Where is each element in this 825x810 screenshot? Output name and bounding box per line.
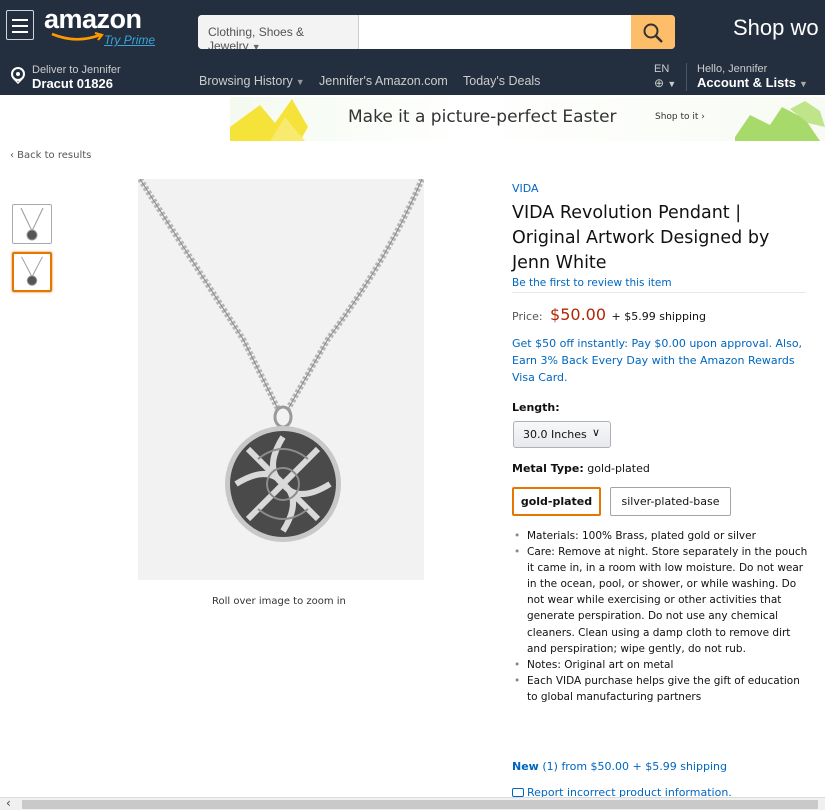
caret-down-icon: ▼ <box>251 42 261 49</box>
nav-browsing-history-label: Browsing History <box>199 74 293 88</box>
pendant-thumbnail-image <box>20 207 44 241</box>
deliver-to-location[interactable]: Deliver to Jennifer Dracut 01826 <box>10 64 160 91</box>
nav-promo-text[interactable]: Shop wo <box>733 15 819 41</box>
banner-headline: Make it a picture-perfect Easter <box>348 107 617 127</box>
caret-down-icon: ▼ <box>295 77 305 87</box>
metal-option-silver-plated-base[interactable]: silver-plated-base <box>610 487 731 516</box>
feature-bullet: Materials: 100% Brass, plated gold or si… <box>513 528 813 544</box>
zoom-hint: Roll over image to zoom in <box>212 596 346 607</box>
horizontal-scrollbar[interactable]: ‹ <box>0 796 825 810</box>
shipping-cost: + $5.99 shipping <box>611 310 706 323</box>
search-icon <box>643 23 663 43</box>
metal-option-gold-plated[interactable]: gold-plated <box>512 487 601 516</box>
logo-wordmark: amazon <box>44 4 142 34</box>
smile-arrow-icon <box>51 32 104 41</box>
comment-icon <box>512 788 524 797</box>
scrollbar-thumb[interactable] <box>22 800 818 809</box>
price-label: Price: <box>512 310 543 323</box>
feature-bullet: Each VIDA purchase helps give the gift o… <box>513 673 813 705</box>
divider <box>512 292 806 293</box>
product-thumbnail-2[interactable] <box>12 252 52 292</box>
nav-todays-deals[interactable]: Today's Deals <box>463 74 540 88</box>
feature-bullet: Notes: Original art on metal <box>513 657 813 673</box>
product-price: $50.00 <box>550 305 607 324</box>
first-review-link[interactable]: Be the first to review this item <box>512 277 672 289</box>
feature-bullets: Materials: 100% Brass, plated gold or si… <box>513 528 813 705</box>
try-prime-link[interactable]: Try Prime <box>104 33 155 47</box>
caret-down-icon: ▼ <box>798 79 808 89</box>
account-lists-label: Account & Lists <box>697 75 796 90</box>
pendant-thumbnail-image <box>21 256 43 286</box>
product-title: VIDA Revolution Pendant | Original Artwo… <box>512 203 770 273</box>
feature-bullet: Care: Remove at night. Store separately … <box>513 544 813 657</box>
rewards-card-offer-link[interactable]: Get $50 off instantly: Pay $0.00 upon ap… <box>512 335 812 386</box>
menu-icon[interactable] <box>6 10 34 40</box>
product-thumbnail-1[interactable] <box>12 204 52 244</box>
metal-type-label: Metal Type: gold-plated <box>512 462 650 475</box>
nav-bar-top: amazon Try Prime Clothing, Shoes & Jewel… <box>0 0 825 55</box>
back-to-results-link[interactable]: ‹ Back to results <box>10 150 91 161</box>
globe-icon: ⊕ ▼ <box>654 76 677 90</box>
nav-your-amazon[interactable]: Jennifer's Amazon.com <box>319 74 448 88</box>
new-offers-price: from $50.00 + $5.99 shipping <box>561 760 727 773</box>
search-input[interactable] <box>359 15 631 49</box>
new-offers-link[interactable]: New (1) <box>512 760 558 773</box>
price-row: Price: $50.00 + $5.99 shipping <box>512 305 706 324</box>
banner-cta-link[interactable]: Shop to it › <box>655 112 705 122</box>
new-offers-count: (1) <box>542 760 558 773</box>
deliver-to-address: Dracut 01826 <box>32 76 113 91</box>
metal-type-value: gold-plated <box>587 462 650 475</box>
new-offers-row: New (1) from $50.00 + $5.99 shipping <box>512 760 727 773</box>
length-dropdown[interactable]: 30.0 Inches ∨ <box>513 421 611 448</box>
chevron-down-icon: ∨ <box>592 426 601 439</box>
account-lists-menu[interactable]: Hello, Jennifer Account & Lists ▼ <box>686 63 808 91</box>
nav-bar-bottom: Deliver to Jennifer Dracut 01826 Browsin… <box>0 55 825 95</box>
location-pin-icon <box>11 67 25 84</box>
search-category-dropdown[interactable]: Clothing, Shoes & Jewelry ▼ <box>198 15 359 49</box>
deliver-to-label: Deliver to Jennifer <box>32 64 121 76</box>
search-button[interactable] <box>631 15 675 49</box>
length-value: 30.0 Inches <box>523 428 587 441</box>
scroll-left-arrow-icon[interactable]: ‹ <box>6 796 11 810</box>
account-greeting: Hello, Jennifer <box>697 63 768 75</box>
product-main-image[interactable] <box>137 177 425 580</box>
search-bar: Clothing, Shoes & Jewelry ▼ <box>198 15 675 49</box>
new-offers-label: New <box>512 760 539 773</box>
language-code: EN <box>654 63 670 75</box>
pendant-necklace-image <box>137 177 425 580</box>
amazon-logo[interactable]: amazon Try Prime <box>44 4 164 50</box>
easter-promo-banner[interactable]: Make it a picture-perfect Easter Shop to… <box>230 97 825 141</box>
metal-type-heading: Metal Type: <box>512 462 584 475</box>
nav-browsing-history[interactable]: Browsing History ▼ <box>199 74 305 88</box>
brand-link[interactable]: VIDA <box>512 182 539 195</box>
length-label: Length: <box>512 401 560 414</box>
